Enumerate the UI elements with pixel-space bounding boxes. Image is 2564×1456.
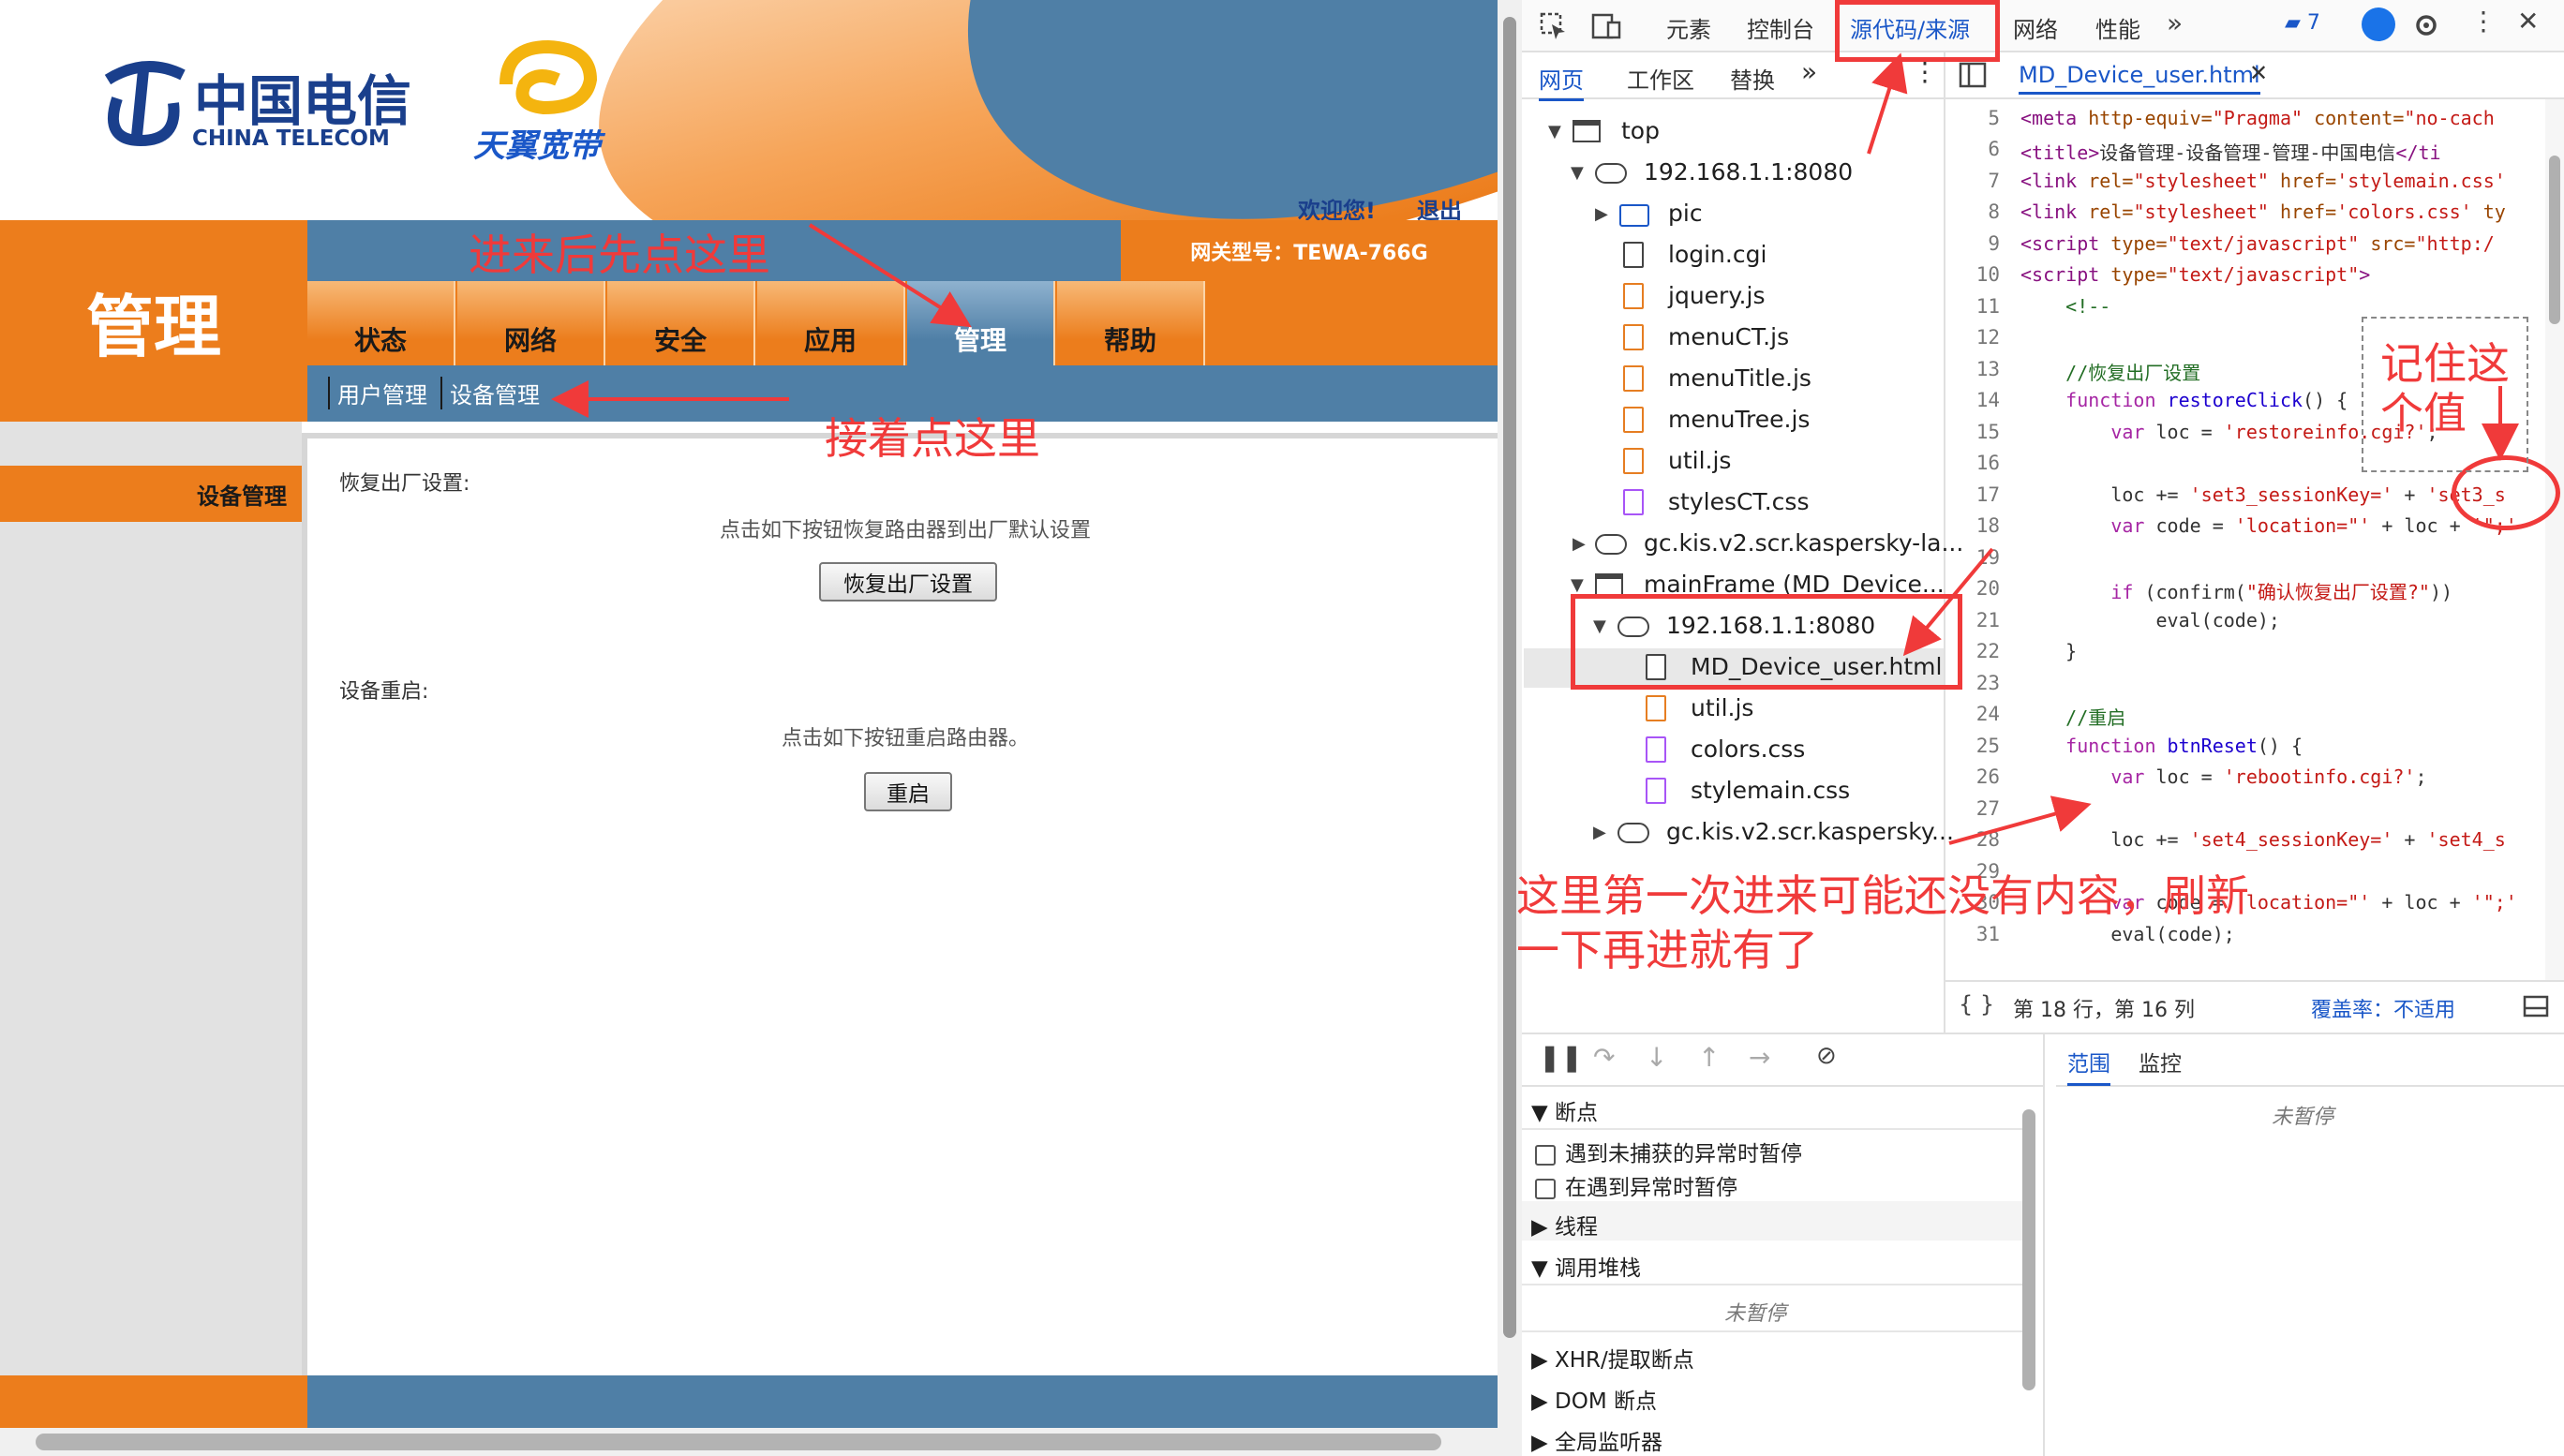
arrow-to-sources-tab	[1867, 52, 1908, 155]
annotation-arrows	[551, 52, 2519, 845]
arrow-to-file	[1902, 547, 1994, 657]
arrow-to-management-tab	[808, 223, 972, 328]
screenshot-root: 中国电信 CHINA TELECOM 天翼宽带 欢迎您! 退出 管理 网关型号：…	[0, 0, 2564, 1456]
arrow-to-editor	[1948, 795, 2092, 845]
